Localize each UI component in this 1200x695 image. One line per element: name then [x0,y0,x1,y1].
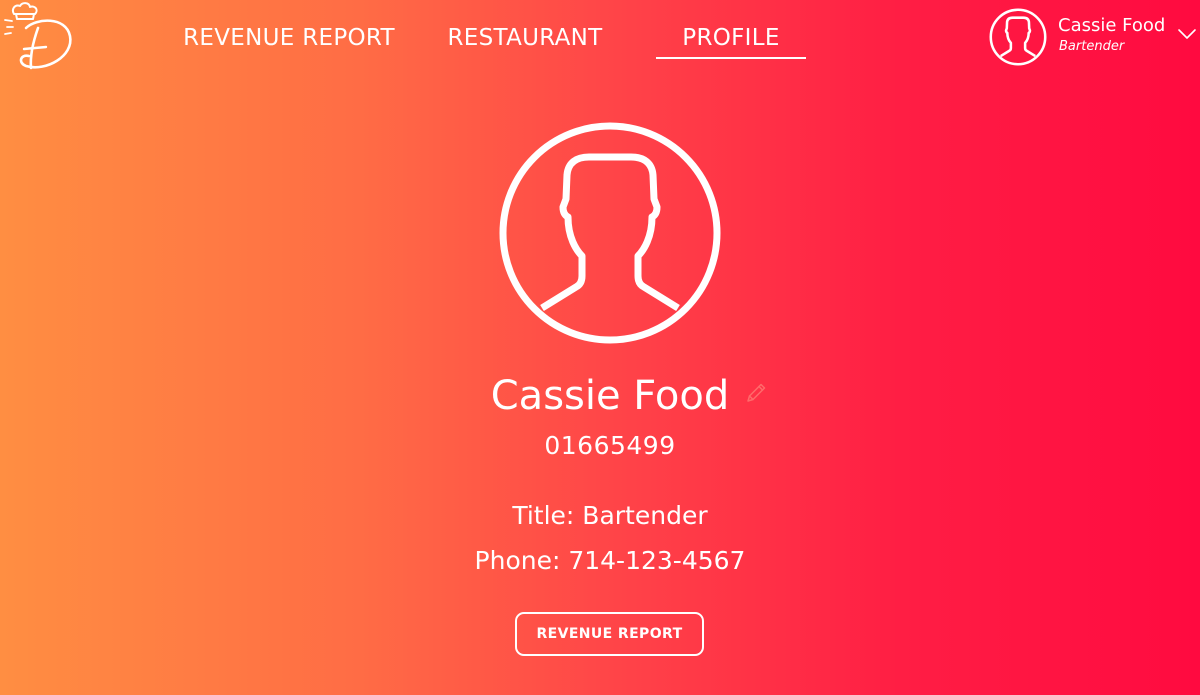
chef-hat-logo-icon [4,2,72,70]
tab-revenue-report[interactable]: REVENUE REPORT [183,20,395,60]
user-silhouette-icon [989,8,1047,66]
tab-profile[interactable]: PROFILE [656,20,806,60]
profile-title: Title: Bartender [512,501,708,530]
app-logo[interactable] [2,0,76,76]
active-tab-indicator [656,57,806,59]
user-role: Bartender [1059,39,1125,54]
tab-restaurant[interactable]: RESTAURANT [444,20,606,60]
revenue-report-button[interactable]: REVENUE REPORT [515,612,704,656]
profile-avatar-icon [499,122,721,344]
profile-phone: Phone: 714-123-4567 [474,546,746,575]
user-name: Cassie Food [1058,15,1166,36]
employee-id: 01665499 [544,431,676,460]
pencil-icon[interactable] [744,381,768,405]
chevron-down-icon[interactable] [1177,27,1197,41]
user-menu[interactable]: Cassie Food Bartender [989,8,1200,66]
